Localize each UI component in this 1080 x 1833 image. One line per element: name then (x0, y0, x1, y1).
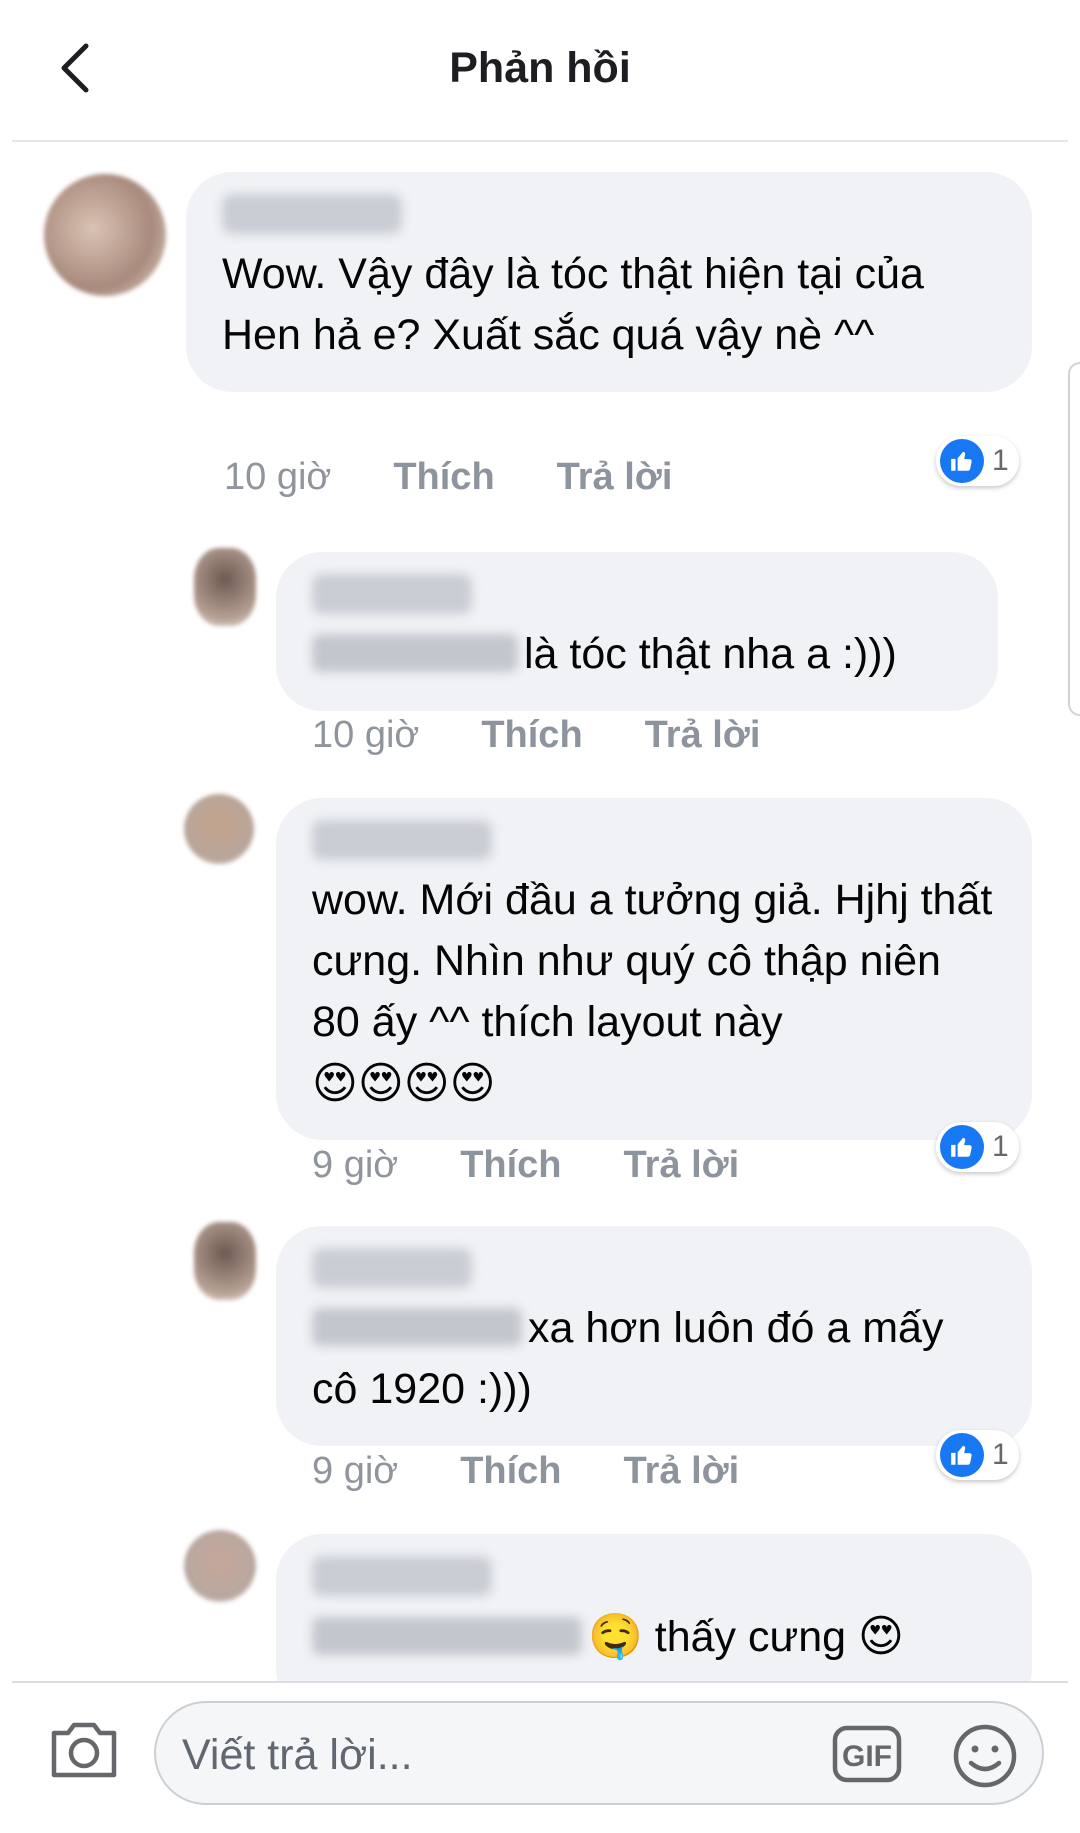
comment-text: wow. Mới đầu a tưởng giả. Hjhj thất cưng… (312, 876, 993, 1046)
heart-eyes-emoji: 😍😍😍😍 (312, 1059, 496, 1108)
reaction-badge[interactable]: 1 (936, 436, 1019, 486)
comment-bubble: xa hơn luôn đó a mấy cô 1920 :))) (276, 1226, 1032, 1446)
like-button[interactable]: Thích (460, 1450, 561, 1493)
comment-timestamp: 10 giờ (312, 714, 420, 756)
heart-eyes-emoji: 😍 (858, 1612, 904, 1661)
reaction-badge[interactable]: 1 (936, 1430, 1019, 1480)
thumbs-up-icon (940, 1125, 984, 1169)
reaction-count: 1 (992, 1438, 1009, 1471)
thumbs-up-icon (940, 1433, 984, 1477)
thumbs-up-icon (940, 439, 984, 483)
comment-author-name[interactable] (312, 574, 472, 614)
comment-bubble: Wow. Vậy đây là tóc thật hiện tại của He… (186, 172, 1032, 392)
comment-timestamp: 9 giờ (312, 1144, 399, 1186)
comment-actions: 10 giờ Thích Trả lời (224, 456, 734, 499)
comment-author-name[interactable] (312, 820, 492, 860)
avatar[interactable] (44, 174, 166, 296)
reply-field[interactable]: GIF (154, 1701, 1044, 1805)
reply-composer: GIF (0, 1681, 1080, 1833)
comment-timestamp: 10 giờ (224, 456, 332, 498)
header-divider (12, 140, 1068, 142)
smiley-icon (953, 1724, 1017, 1788)
reply-button[interactable]: Trả lời (624, 1450, 740, 1493)
page-title: Phản hồi (449, 44, 631, 92)
composer-divider (12, 1681, 1068, 1683)
like-button[interactable]: Thích (393, 456, 494, 499)
comment-actions: 9 giờ Thích Trả lời (312, 1144, 801, 1187)
comment-text: thấy cưng (654, 1613, 847, 1661)
reaction-count: 1 (992, 1130, 1009, 1163)
camera-button[interactable] (48, 1717, 120, 1781)
reply-input[interactable] (180, 1727, 784, 1783)
scrollbar[interactable] (1068, 362, 1080, 716)
gif-button[interactable]: GIF (832, 1725, 902, 1783)
comment-text: Wow. Vậy đây là tóc thật hiện tại của He… (222, 250, 924, 359)
mention-tag[interactable] (312, 1617, 582, 1655)
emoji-button[interactable] (952, 1723, 1018, 1789)
comment-bubble: là tóc thật nha a :))) (276, 552, 998, 711)
avatar[interactable] (194, 1222, 256, 1300)
comment-timestamp: 9 giờ (312, 1450, 399, 1492)
avatar[interactable] (194, 548, 256, 626)
avatar[interactable] (184, 1530, 256, 1602)
drooling-emoji: 🤤 (588, 1612, 643, 1661)
comment-author-name[interactable] (312, 1248, 472, 1288)
comment-actions: 9 giờ Thích Trả lời (312, 1450, 801, 1493)
comment-author-name[interactable] (222, 194, 402, 234)
comment-actions: 10 giờ Thích Trả lời (312, 714, 822, 757)
like-button[interactable]: Thích (460, 1144, 561, 1187)
like-button[interactable]: Thích (481, 714, 582, 757)
svg-text:GIF: GIF (842, 1740, 892, 1773)
mention-tag[interactable] (312, 634, 518, 672)
avatar[interactable] (184, 794, 254, 864)
comment-text: là tóc thật nha a :))) (524, 630, 897, 678)
comment-body: 🤤 thấy cưng 😍 (312, 1606, 996, 1668)
comment-body: xa hơn luôn đó a mấy cô 1920 :))) (312, 1298, 996, 1420)
reaction-badge[interactable]: 1 (936, 1122, 1019, 1172)
gif-icon: GIF (832, 1725, 902, 1783)
comment-bubble: wow. Mới đầu a tưởng giả. Hjhj thất cưng… (276, 798, 1032, 1140)
reaction-count: 1 (992, 444, 1009, 477)
mention-tag[interactable] (312, 1308, 522, 1346)
header-bar: Phản hồi (0, 0, 1080, 142)
reply-button[interactable]: Trả lời (557, 456, 673, 499)
comment-author-name[interactable] (312, 1556, 492, 1596)
camera-icon (51, 1722, 117, 1778)
reply-button[interactable]: Trả lời (624, 1144, 740, 1187)
comment-body: là tóc thật nha a :))) (312, 624, 962, 685)
reply-button[interactable]: Trả lời (645, 714, 761, 757)
